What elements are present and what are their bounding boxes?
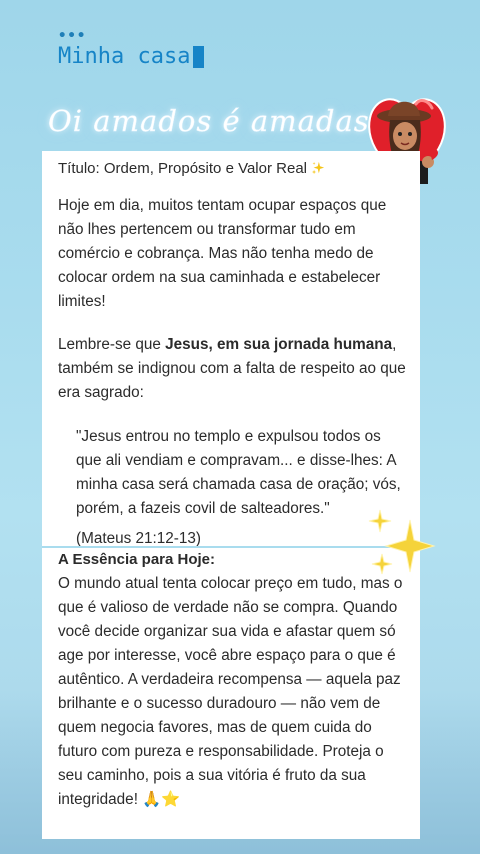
essence-body: O mundo atual tenta colocar preço em tud… [58,572,410,812]
message-card-top: Título: Ordem, Propósito e Valor Real Ho… [42,151,420,547]
more-dots[interactable]: ••• [58,28,86,44]
jesus-paragraph-start: Lembre-se que [58,336,166,353]
sparkles-icon [312,161,325,175]
jesus-paragraph-bold: Jesus, em sua jornada humana [165,336,393,353]
intro-paragraph: Hoje em dia, muitos tentam ocupar espaço… [58,197,387,310]
essence-heading: A Essência para Hoje: [58,551,216,568]
bible-quote: "Jesus entrou no templo e expulsou todos… [76,428,401,517]
card-title: Título: Ordem, Propósito e Valor Real [58,157,325,181]
message-card-bottom: A Essência para Hoje: O mundo atual tent… [42,548,420,839]
sparkles-icon [368,509,436,575]
page-title: Minha casa [58,44,205,69]
card-title-text: Título: Ordem, Propósito e Valor Real [58,160,307,177]
pray-star-emoji: 🙏⭐ [142,791,181,808]
greeting-overlay: Oi amados é amadas [48,104,370,138]
essence-body-text: O mundo atual tenta colocar preço em tud… [58,575,403,808]
jesus-paragraph: Lembre-se que Jesus, em sua jornada huma… [58,333,408,405]
page-title-text: Minha casa [58,44,191,69]
text-cursor [193,45,205,68]
